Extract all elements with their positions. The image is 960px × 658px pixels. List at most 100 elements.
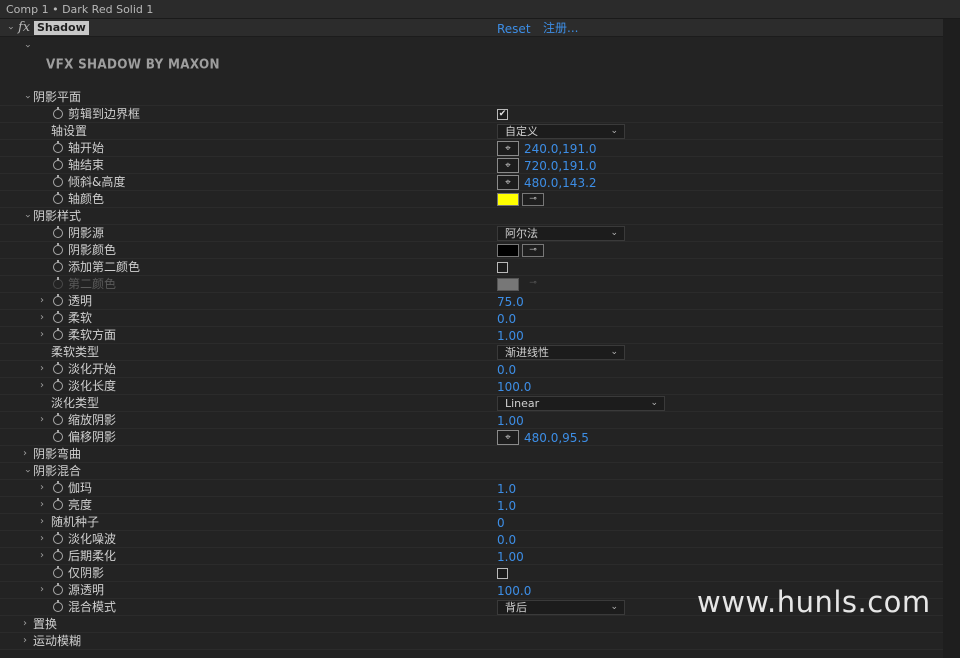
effect-collapse-chevron-icon[interactable]: › xyxy=(2,23,18,33)
stopwatch-icon[interactable] xyxy=(53,226,63,238)
shadow-color-swatch[interactable] xyxy=(497,244,519,257)
softness-value[interactable]: 0.0 xyxy=(497,310,516,327)
fade-start-value[interactable]: 0.0 xyxy=(497,361,516,378)
stopwatch-icon[interactable] xyxy=(53,294,63,306)
prop-label: 轴颜色 xyxy=(68,192,105,206)
eyedropper-icon[interactable]: ⊸ xyxy=(522,244,544,257)
stopwatch-icon[interactable] xyxy=(53,107,63,119)
crosshair-icon[interactable]: ⌖ xyxy=(497,175,519,190)
section-shadow-plane[interactable]: › 阴影平面 xyxy=(0,89,943,106)
shadow-source-dropdown[interactable]: 阿尔法 ⌄ xyxy=(497,226,625,241)
prop-shadow-only: 仅阴影 xyxy=(0,565,943,582)
prop-shadow-color: 阴影颜色 ⊸ xyxy=(0,242,943,259)
stopwatch-icon[interactable] xyxy=(53,413,63,425)
effect-controls-panel: › fx Shadow Reset 注册... › VFX SHADOW BY … xyxy=(0,19,943,658)
section-motion-blur[interactable]: › 运动模糊 xyxy=(0,633,943,650)
chevron-right-icon[interactable]: › xyxy=(20,616,30,632)
axis-setting-dropdown[interactable]: 自定义 ⌄ xyxy=(497,124,625,139)
blend-mode-dropdown[interactable]: 背后 ⌄ xyxy=(497,600,625,615)
stopwatch-icon[interactable] xyxy=(53,311,63,323)
reset-link[interactable]: Reset xyxy=(497,20,531,37)
stopwatch-icon[interactable] xyxy=(53,583,63,595)
stopwatch-icon[interactable] xyxy=(53,175,63,187)
chevron-right-icon[interactable]: › xyxy=(37,310,47,326)
prop-label: 淡化类型 xyxy=(51,396,100,410)
stopwatch-icon[interactable] xyxy=(53,481,63,493)
chevron-right-icon[interactable]: › xyxy=(37,514,47,530)
chevron-right-icon[interactable]: › xyxy=(20,446,30,462)
soft-aspect-value[interactable]: 1.00 xyxy=(497,327,524,344)
stopwatch-icon[interactable] xyxy=(53,158,63,170)
vertical-scrollbar[interactable] xyxy=(943,19,960,658)
chevron-right-icon[interactable]: › xyxy=(37,361,47,377)
stopwatch-icon[interactable] xyxy=(53,260,63,272)
clip-checkbox[interactable]: ✔ xyxy=(497,109,508,120)
fade-length-value[interactable]: 100.0 xyxy=(497,378,531,395)
stopwatch-icon[interactable] xyxy=(53,600,63,612)
soft-type-dropdown[interactable]: 渐进线性 ⌄ xyxy=(497,345,625,360)
scale-shadow-value[interactable]: 1.00 xyxy=(497,412,524,429)
stopwatch-icon[interactable] xyxy=(53,362,63,374)
gamma-value[interactable]: 1.0 xyxy=(497,480,516,497)
section-shadow-bend[interactable]: › 阴影弯曲 xyxy=(0,446,943,463)
shadow-only-checkbox[interactable] xyxy=(497,568,508,579)
prop-label: 柔软方面 xyxy=(68,328,117,342)
chevron-right-icon[interactable]: › xyxy=(37,378,47,394)
chevron-right-icon[interactable]: › xyxy=(37,412,47,428)
brightness-value[interactable]: 1.0 xyxy=(497,497,516,514)
axis-start-value[interactable]: 240.0,191.0 xyxy=(524,140,597,157)
tilt-height-value[interactable]: 480.0,143.2 xyxy=(524,174,597,191)
stopwatch-icon[interactable] xyxy=(53,243,63,255)
axis-color-swatch[interactable] xyxy=(497,193,519,206)
axis-end-value[interactable]: 720.0,191.0 xyxy=(524,157,597,174)
prop-label: 淡化噪波 xyxy=(68,532,117,546)
add-second-color-checkbox[interactable] xyxy=(497,262,508,273)
offset-shadow-value[interactable]: 480.0,95.5 xyxy=(524,429,589,446)
section-shadow-style[interactable]: › 阴影样式 xyxy=(0,208,943,225)
chevron-right-icon[interactable]: › xyxy=(37,531,47,547)
chevron-right-icon[interactable]: › xyxy=(37,548,47,564)
section-shadow-blend[interactable]: › 阴影混合 xyxy=(0,463,943,480)
crosshair-icon[interactable]: ⌖ xyxy=(497,158,519,173)
chevron-right-icon[interactable]: › xyxy=(37,293,47,309)
prop-axis-setting: 轴设置 自定义 ⌄ xyxy=(0,123,943,140)
prop-post-soften: › 后期柔化 1.00 xyxy=(0,548,943,565)
stopwatch-icon[interactable] xyxy=(53,532,63,544)
fx-icon[interactable]: fx xyxy=(18,19,30,36)
chevron-right-icon[interactable]: › xyxy=(37,582,47,598)
effect-name[interactable]: Shadow xyxy=(34,21,89,35)
stopwatch-icon[interactable] xyxy=(53,141,63,153)
fade-noise-value[interactable]: 0.0 xyxy=(497,531,516,548)
crosshair-icon[interactable]: ⌖ xyxy=(497,141,519,156)
stopwatch-icon[interactable] xyxy=(53,192,63,204)
prop-axis-end: 轴结束 ⌖ 720.0,191.0 xyxy=(0,157,943,174)
stopwatch-icon[interactable] xyxy=(53,430,63,442)
chevron-right-icon[interactable]: › xyxy=(37,497,47,513)
stopwatch-icon[interactable] xyxy=(53,549,63,561)
crosshair-icon[interactable]: ⌖ xyxy=(497,430,519,445)
prop-label: 轴开始 xyxy=(68,141,105,155)
prop-soft-aspect: › 柔软方面 1.00 xyxy=(0,327,943,344)
stopwatch-icon[interactable] xyxy=(53,498,63,510)
prop-fade-type: 淡化类型 Linear ⌄ xyxy=(0,395,943,412)
register-link[interactable]: 注册... xyxy=(543,19,578,36)
chevron-right-icon[interactable]: › xyxy=(37,327,47,343)
stopwatch-icon[interactable] xyxy=(53,566,63,578)
prop-gamma: › 伽玛 1.0 xyxy=(0,480,943,497)
prop-add-second-color: 添加第二颜色 xyxy=(0,259,943,276)
chevron-right-icon[interactable]: › xyxy=(20,633,30,649)
prop-label: 第二颜色 xyxy=(68,277,117,291)
stopwatch-icon[interactable] xyxy=(53,379,63,391)
chevron-right-icon[interactable]: › xyxy=(37,480,47,496)
post-soften-value[interactable]: 1.00 xyxy=(497,548,524,565)
prop-shadow-source: 阴影源 阿尔法 ⌄ xyxy=(0,225,943,242)
stopwatch-icon[interactable] xyxy=(53,328,63,340)
source-opacity-value[interactable]: 100.0 xyxy=(497,582,531,599)
random-seed-value[interactable]: 0 xyxy=(497,514,505,531)
effect-header-row[interactable]: › fx Shadow Reset 注册... xyxy=(0,19,943,37)
opacity-value[interactable]: 75.0 xyxy=(497,293,524,310)
fade-type-dropdown[interactable]: Linear ⌄ xyxy=(497,396,665,411)
eyedropper-icon[interactable]: ⊸ xyxy=(522,193,544,206)
logo-collapse-chevron-icon[interactable]: › xyxy=(19,41,35,51)
prop-label: 淡化长度 xyxy=(68,379,117,393)
